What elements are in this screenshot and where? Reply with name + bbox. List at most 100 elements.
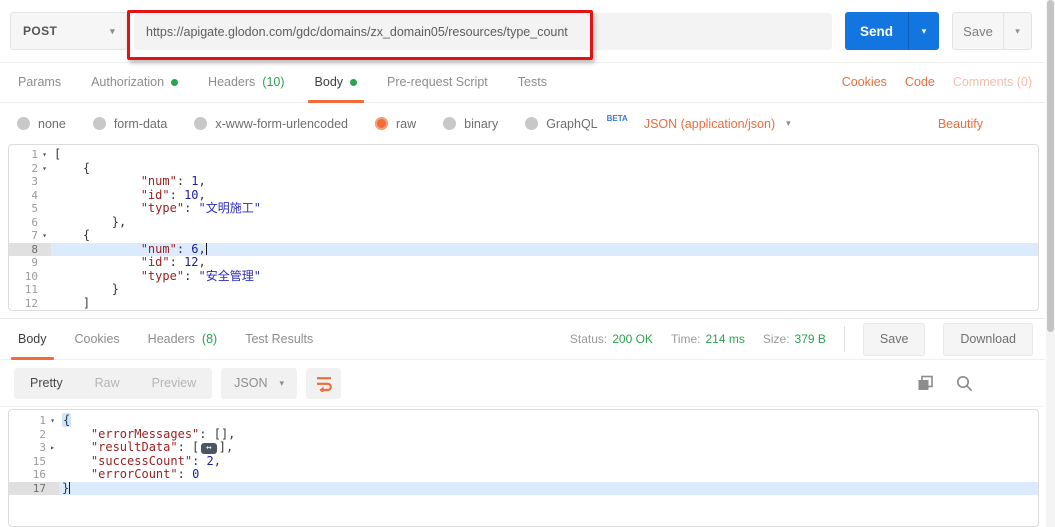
response-body-editor[interactable]: 1 ▾{2 "errorMessages": [], 3 ▸ "resultData"… — [8, 409, 1039, 527]
copy-icon[interactable] — [917, 375, 934, 392]
save-split-button: Save ▾ — [952, 12, 1032, 50]
url-input[interactable] — [134, 13, 832, 50]
code-line-content[interactable]: "num": 6, — [51, 242, 1038, 256]
save-button[interactable]: Save — [953, 13, 1003, 49]
body-type-x-www-form-urlencoded[interactable]: x-www-form-urlencoded — [194, 117, 348, 131]
fold-arrow-icon[interactable]: ▸ — [46, 441, 59, 455]
request-tabs: Params Authorization Headers (10) Body Pre-re… — [18, 62, 547, 103]
search-icon[interactable] — [956, 375, 973, 392]
wrap-lines-button[interactable] — [306, 367, 342, 399]
download-response-button[interactable]: Download — [943, 322, 1033, 356]
send-split-button: Send ▾ — [845, 12, 939, 50]
gutter-cell: 11 — [9, 283, 51, 297]
gutter-cell: 1 ▾ — [9, 148, 51, 162]
radio-icon — [375, 117, 388, 130]
tab-body[interactable]: Body — [11, 319, 53, 360]
view-preview[interactable]: Preview — [136, 376, 212, 390]
fold-arrow-icon[interactable]: ▾ — [38, 148, 51, 162]
response-format-dropdown[interactable]: JSON ▾ — [221, 367, 298, 399]
gutter-cell: 3 ▸ — [9, 441, 59, 455]
code-line-content[interactable]: }, — [51, 215, 1038, 230]
code-line-content[interactable]: "errorMessages": [], — [59, 427, 1038, 442]
code-line-content[interactable]: "errorCount": 0 — [59, 467, 1038, 482]
body-type-form-data[interactable]: form-data — [92, 117, 167, 131]
gutter-cell: 5 — [9, 202, 51, 216]
code-line: 3 ▸ "resultData": [↔], — [9, 440, 1038, 455]
code-line-content[interactable]: "type": "文明施工" — [51, 201, 1038, 216]
gutter-cell: 15 — [9, 455, 59, 469]
line-number: 6 — [31, 215, 38, 229]
tab-label: Headers — [147, 332, 195, 346]
tab-headers[interactable]: Headers (10) — [208, 62, 284, 102]
tab-pre-request-script[interactable]: Pre-request Script — [387, 62, 488, 102]
code-line-content[interactable]: "resultData": [↔], — [59, 440, 1038, 455]
code-line: 5 "type": "文明施工" — [9, 201, 1038, 216]
code-link[interactable]: Code — [905, 75, 935, 89]
scrollbar-thumb[interactable] — [1047, 0, 1054, 332]
tab-label: Test Results — [245, 332, 314, 346]
comments-0-link[interactable]: Comments (0) — [953, 75, 1032, 89]
line-number: 15 — [32, 454, 46, 468]
code-line-content[interactable]: } — [59, 481, 1038, 495]
tab-tests[interactable]: Tests — [518, 62, 547, 102]
tab-authorization[interactable]: Authorization — [91, 62, 179, 102]
tab-cookies[interactable]: Cookies — [75, 319, 120, 359]
tab-headers[interactable]: Headers (8) — [148, 319, 218, 359]
send-button[interactable]: Send — [845, 12, 908, 50]
code-line-content[interactable]: { — [59, 413, 1038, 428]
postman-request-view: POST ▾ Send ▾ Save ▾ Params Authorization… — [0, 0, 1055, 527]
code-line-content[interactable]: } — [51, 282, 1038, 297]
gutter-cell: 2 — [9, 428, 59, 442]
save-response-button[interactable]: Save — [862, 322, 926, 356]
code-line-content[interactable]: "successCount": 2, — [59, 454, 1038, 469]
code-line-content[interactable]: "num": 1, — [51, 174, 1038, 189]
save-options-button[interactable]: ▾ — [1003, 13, 1031, 49]
fold-arrow-icon[interactable]: ▾ — [46, 414, 59, 428]
body-type-raw[interactable]: raw — [375, 117, 416, 131]
gutter-cell: 16 — [9, 468, 59, 482]
cookies-link[interactable]: Cookies — [842, 75, 887, 89]
request-body-editor[interactable]: 1 ▾[2 ▾ {3 "num": 1, 4 "id": 10, 5 "type": "… — [8, 144, 1039, 311]
body-type-none[interactable]: none — [17, 117, 66, 131]
scrollbar[interactable] — [1046, 0, 1055, 527]
code-line-content[interactable]: "type": "安全管理" — [51, 269, 1038, 284]
radio-icon — [525, 117, 539, 130]
radio-icon — [92, 117, 106, 130]
code-line-content[interactable]: { — [51, 161, 1038, 176]
code-line-content[interactable]: [ — [51, 147, 1038, 162]
line-number: 3 — [39, 441, 46, 454]
beautify-link[interactable]: Beautify — [938, 117, 983, 131]
gutter-cell: 10 — [9, 270, 51, 284]
fold-arrow-icon[interactable]: ▾ — [38, 229, 51, 243]
code-line-content[interactable]: ] — [51, 296, 1038, 311]
chevron-down-icon: ▾ — [786, 118, 791, 128]
tab-params[interactable]: Params — [18, 62, 61, 102]
send-options-button[interactable]: ▾ — [908, 12, 939, 50]
view-raw[interactable]: Raw — [79, 376, 136, 390]
line-number: 12 — [24, 296, 38, 310]
view-pretty[interactable]: Pretty — [14, 376, 79, 390]
tab-label: Authorization — [91, 75, 165, 89]
code-line-content[interactable]: "id": 10, — [51, 188, 1038, 203]
tab-body[interactable]: Body — [307, 62, 364, 103]
gutter-cell: 8 — [9, 242, 51, 256]
line-number: 7 — [31, 229, 38, 242]
content-type-dropdown[interactable]: JSON (application/json) ▾ — [644, 117, 791, 131]
method-select[interactable]: POST ▾ — [10, 12, 128, 50]
code-line: 2 ▾ { — [9, 161, 1038, 176]
tab-label: Pre-request Script — [387, 75, 488, 89]
body-type-binary[interactable]: binary — [443, 117, 498, 131]
collapsed-content-badge[interactable]: ↔ — [201, 443, 217, 454]
tab-label: Params — [18, 75, 62, 89]
tab-test-results[interactable]: Test Results — [245, 319, 313, 359]
fold-arrow-icon[interactable]: ▾ — [38, 162, 51, 176]
status-badge: Status: 200 OK — [569, 332, 653, 346]
format-label: JSON — [234, 376, 268, 390]
body-type-graphql[interactable]: GraphQL BETA — [525, 114, 628, 131]
code-line-content[interactable]: { — [51, 228, 1038, 243]
code-line: 6 }, — [9, 215, 1038, 230]
code-line-content[interactable]: "id": 12, — [51, 255, 1038, 270]
response-view-switch: Pretty Raw Preview — [14, 367, 213, 399]
line-number: 10 — [24, 269, 38, 283]
size-badge: Size: 379 B — [762, 332, 826, 346]
